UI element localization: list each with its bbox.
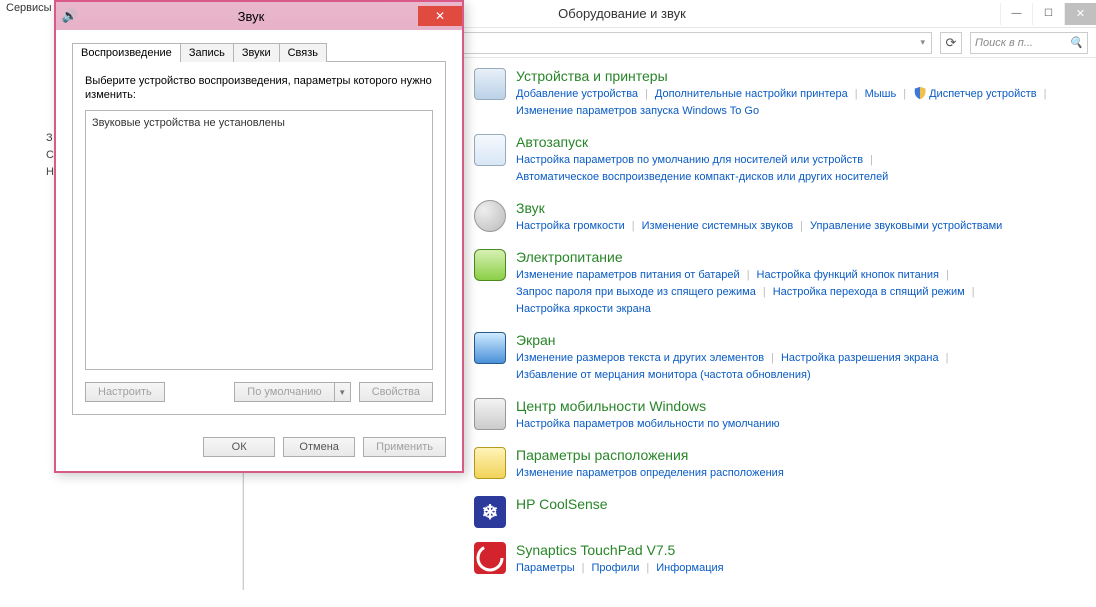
category-link[interactable]: Изменение параметров определения располо… — [516, 465, 784, 482]
category-link[interactable]: Профили — [592, 560, 640, 577]
separator: | — [771, 350, 774, 367]
syn-icon — [474, 542, 506, 574]
devices-listbox[interactable]: Звуковые устройства не установлены — [85, 110, 433, 370]
category: Устройства и принтеры Добавление устройст… — [474, 68, 1080, 120]
tab-panel-playback: Выберите устройство воспроизведения, пар… — [72, 61, 446, 415]
category: Параметры расположения Изменение параметр… — [474, 447, 1080, 482]
category-title[interactable]: Synaptics TouchPad V7.5 — [516, 542, 1080, 558]
close-button[interactable]: ✕ — [1064, 3, 1096, 25]
separator: | — [582, 560, 585, 577]
category-title[interactable]: Центр мобильности Windows — [516, 398, 1080, 414]
separator: | — [763, 284, 766, 301]
sound-icon — [474, 200, 506, 232]
apply-button[interactable]: Применить — [363, 437, 446, 457]
category-link[interactable]: Диспетчер устройств — [913, 86, 1037, 103]
category-link[interactable]: Изменение параметров запуска Windows To … — [516, 103, 759, 120]
search-input[interactable]: Поиск в п... 🔍 — [970, 32, 1088, 54]
sound-tabs: ВоспроизведениеЗаписьЗвукиСвязь — [72, 43, 446, 62]
category-link[interactable]: Изменение системных звуков — [642, 218, 794, 235]
category-link[interactable]: Изменение размеров текста и других элеме… — [516, 350, 764, 367]
separator: | — [632, 218, 635, 235]
empty-devices-message: Звуковые устройства не установлены — [92, 117, 285, 129]
separator: | — [972, 284, 975, 301]
speaker-icon: 🔊 — [62, 8, 78, 24]
properties-button[interactable]: Свойства — [359, 382, 433, 402]
sound-dialog-title: Звук — [84, 9, 418, 24]
devices-icon — [474, 68, 506, 100]
category-link[interactable]: Информация — [656, 560, 723, 577]
category-link[interactable]: Автоматическое воспроизведение компакт-д… — [516, 169, 888, 186]
tab-звуки[interactable]: Звуки — [233, 43, 280, 62]
category: Экран Изменение размеров текста и других … — [474, 332, 1080, 384]
separator: | — [855, 86, 858, 103]
category-link[interactable]: Управление звуковыми устройствами — [810, 218, 1002, 235]
category: ❄ HP CoolSense — [474, 496, 1080, 528]
ok-button[interactable]: ОК — [203, 437, 275, 457]
category-link[interactable]: Изменение параметров питания от батарей — [516, 267, 740, 284]
separator: | — [1044, 86, 1047, 103]
category-link[interactable]: Параметры — [516, 560, 575, 577]
category: Звук Настройка громкости | Изменение систем… — [474, 200, 1080, 235]
search-icon: 🔍 — [1069, 36, 1083, 49]
category-link[interactable]: Настройка разрешения экрана — [781, 350, 939, 367]
category-link[interactable]: Добавление устройства — [516, 86, 638, 103]
category-link[interactable]: Настройка яркости экрана — [516, 301, 651, 318]
category: Автозапуск Настройка параметров по умолча… — [474, 134, 1080, 186]
tab-связь[interactable]: Связь — [279, 43, 327, 62]
category-link[interactable]: Настройка перехода в спящий режим — [773, 284, 965, 301]
instruction-text: Выберите устройство воспроизведения, пар… — [85, 74, 433, 102]
separator: | — [870, 152, 873, 169]
close-button[interactable]: ✕ — [418, 6, 462, 26]
category-title[interactable]: Параметры расположения — [516, 447, 1080, 463]
category-link[interactable]: Мышь — [865, 86, 897, 103]
category-link[interactable]: Настройка параметров по умолчанию для но… — [516, 152, 863, 169]
category: Synaptics TouchPad V7.5 Параметры | Профили… — [474, 542, 1080, 577]
set-default-button[interactable]: По умолчанию — [234, 382, 334, 402]
separator: | — [946, 350, 949, 367]
auto-icon — [474, 134, 506, 166]
chevron-down-icon[interactable]: ▼ — [335, 382, 351, 402]
category-link[interactable]: Настройка громкости — [516, 218, 625, 235]
chevron-down-icon[interactable]: ▾ — [920, 37, 925, 48]
set-default-split-button[interactable]: По умолчанию ▼ — [234, 382, 350, 402]
category-link[interactable]: Дополнительные настройки принтера — [655, 86, 848, 103]
search-placeholder: Поиск в п... — [975, 37, 1033, 49]
maximize-button[interactable]: ☐ — [1032, 3, 1064, 25]
minimize-button[interactable]: — — [1000, 3, 1032, 25]
separator: | — [800, 218, 803, 235]
loc-icon — [474, 447, 506, 479]
cancel-button[interactable]: Отмена — [283, 437, 355, 457]
category: Электропитание Изменение параметров питан… — [474, 249, 1080, 318]
category-title[interactable]: HP CoolSense — [516, 496, 1080, 512]
category-link[interactable]: Настройка параметров мобильности по умол… — [516, 416, 780, 433]
separator: | — [946, 267, 949, 284]
tab-воспроизведение[interactable]: Воспроизведение — [72, 43, 181, 62]
configure-button[interactable]: Настроить — [85, 382, 165, 402]
category-title[interactable]: Электропитание — [516, 249, 1080, 265]
category-link[interactable]: Запрос пароля при выходе из спящего режи… — [516, 284, 756, 301]
category-title[interactable]: Устройства и принтеры — [516, 68, 1080, 84]
sound-dialog-footer: ОК Отмена Применить — [56, 427, 462, 471]
screen-icon — [474, 332, 506, 364]
separator: | — [646, 560, 649, 577]
browser-toolbar-fragment: Сервисы — [6, 2, 52, 14]
sound-dialog-titlebar[interactable]: 🔊 Звук ✕ — [56, 2, 462, 30]
category-title[interactable]: Автозапуск — [516, 134, 1080, 150]
refresh-button[interactable]: ⟳ — [940, 32, 962, 54]
power-icon — [474, 249, 506, 281]
cool-icon: ❄ — [474, 496, 506, 528]
tab-запись[interactable]: Запись — [180, 43, 234, 62]
category-link[interactable]: Избавление от мерцания монитора (частота… — [516, 367, 811, 384]
shield-icon — [913, 86, 927, 100]
separator: | — [903, 86, 906, 103]
category-title[interactable]: Звук — [516, 200, 1080, 216]
separator: | — [747, 267, 750, 284]
category: Центр мобильности Windows Настройка парам… — [474, 398, 1080, 433]
separator: | — [645, 86, 648, 103]
sound-dialog: 🔊 Звук ✕ ВоспроизведениеЗаписьЗвукиСвязь… — [54, 0, 464, 473]
category-title[interactable]: Экран — [516, 332, 1080, 348]
category-link[interactable]: Настройка функций кнопок питания — [757, 267, 939, 284]
mob-icon — [474, 398, 506, 430]
